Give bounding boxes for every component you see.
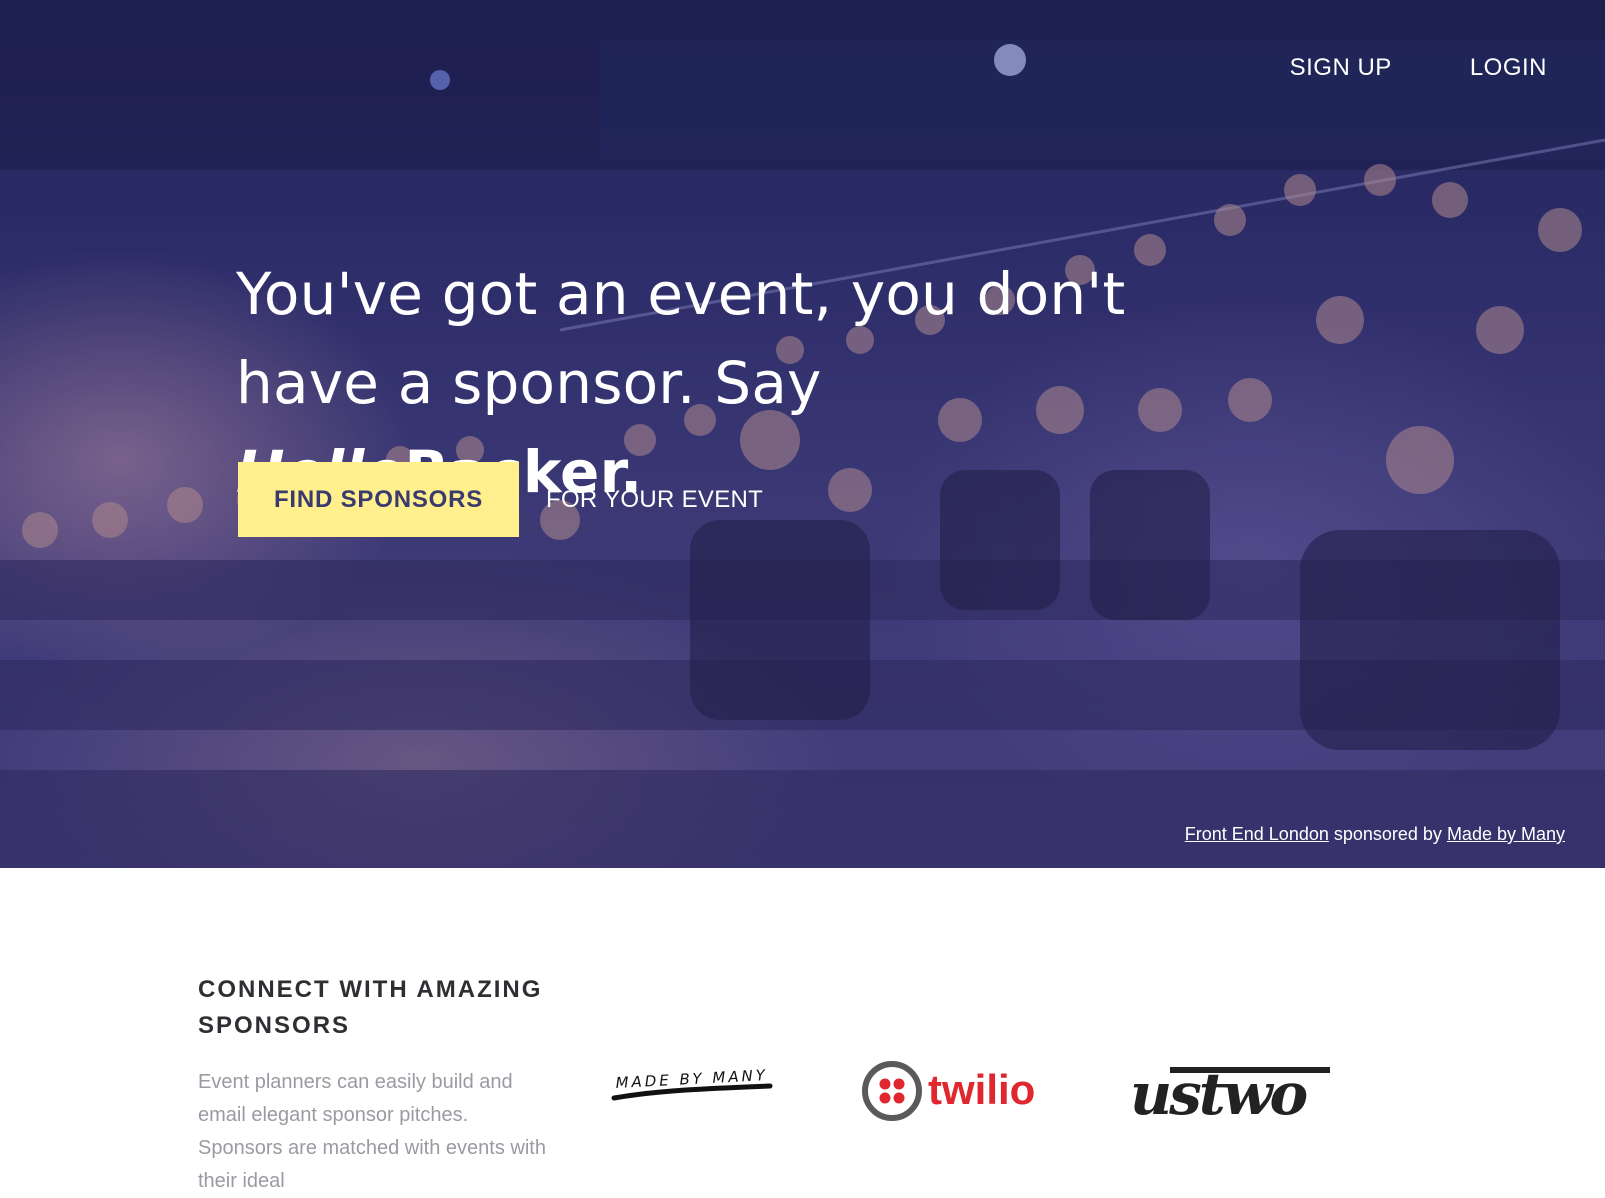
login-link[interactable]: LOGIN: [1470, 54, 1547, 82]
cta-row: FIND SPONSORS FOR YOUR EVENT: [238, 462, 763, 537]
credit-mid-text: sponsored by: [1328, 824, 1447, 844]
ustwo-logo: ustwo: [1130, 1060, 1330, 1126]
hero-banner: SIGN UP LOGIN You've got an event, you d…: [0, 0, 1605, 868]
made-by-many-logo: MADE BY MANY: [611, 1066, 773, 1101]
signup-link[interactable]: SIGN UP: [1290, 54, 1392, 82]
photo-credit: Front End London sponsored by Made by Ma…: [1185, 824, 1565, 845]
find-sponsors-button[interactable]: FIND SPONSORS: [238, 462, 519, 537]
headline-text: You've got an event, you don't have a sp…: [236, 260, 1126, 417]
sponsor-logos: MADE BY MANY twilio ustwo: [610, 1058, 1340, 1138]
credit-sponsor-link[interactable]: Made by Many: [1447, 824, 1565, 844]
credit-event-link[interactable]: Front End London: [1185, 824, 1329, 844]
top-navigation: SIGN UP LOGIN: [1290, 54, 1547, 82]
cta-suffix: FOR YOUR EVENT: [546, 485, 764, 513]
section-body: Event planners can easily build and emai…: [198, 1071, 546, 1192]
sponsors-section: CONNECT WITH AMAZING SPONSORS Event plan…: [0, 868, 1605, 1192]
twilio-logo-text: twilio: [928, 1066, 1035, 1113]
twilio-logo: twilio: [862, 1061, 1035, 1121]
section-title: CONNECT WITH AMAZING SPONSORS: [198, 976, 543, 1039]
